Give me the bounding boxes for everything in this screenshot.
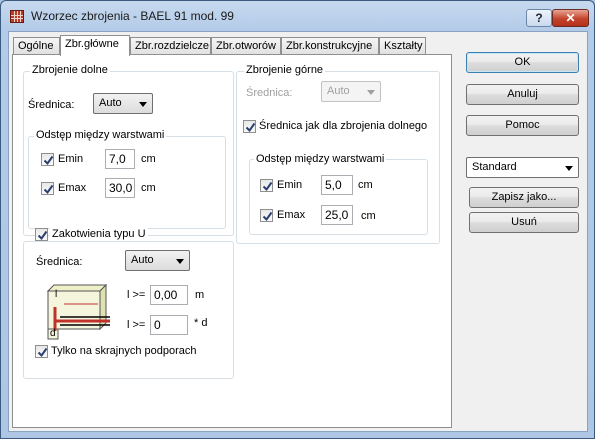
diagram-d-label: d xyxy=(50,328,56,339)
anchorage-diameter-select[interactable]: Auto xyxy=(125,250,190,271)
bottom-diameter-label: Średnica: xyxy=(28,99,75,111)
top-reinf-title: Zbrojenie górne xyxy=(244,64,326,76)
top-diameter-label: Średnica: xyxy=(246,87,293,99)
top-emin-unit: cm xyxy=(358,179,373,191)
save-as-button[interactable]: Zapisz jako... xyxy=(469,187,579,208)
anchorage-d-input[interactable]: 0 xyxy=(150,315,188,335)
bottom-diameter-value: Auto xyxy=(99,97,122,109)
top-emin-checkbox[interactable] xyxy=(260,179,273,192)
top-same-diameter-checkbox[interactable] xyxy=(243,120,256,133)
top-emax-unit: cm xyxy=(361,210,376,222)
ok-button[interactable]: OK xyxy=(466,52,579,73)
cancel-button[interactable]: Anuluj xyxy=(466,84,579,105)
anchorage-l-unit: m xyxy=(195,289,205,301)
bottom-emax-checkbox[interactable] xyxy=(41,182,54,195)
tab-ogolne[interactable]: Ogólne xyxy=(13,37,60,55)
top-emin-label: Emin xyxy=(277,179,303,191)
anchorage-diameter-value: Auto xyxy=(131,254,154,266)
top-emin-input[interactable]: 5,0 xyxy=(321,175,353,195)
anchorage-title[interactable]: Zakotwienia typu U xyxy=(50,228,148,240)
anchorage-checkbox[interactable] xyxy=(35,228,48,241)
dialog-client: Ogólne Zbr.główne Zbr.rozdzielcze Zbr.ot… xyxy=(8,31,588,432)
bottom-emax-unit: cm xyxy=(141,182,156,194)
bottom-emax-input[interactable]: 30,0 xyxy=(105,178,135,198)
preset-value: Standard xyxy=(472,161,517,173)
help-button[interactable]: Pomoc xyxy=(466,115,579,136)
top-emax-checkbox[interactable] xyxy=(260,209,273,222)
bottom-diameter-select[interactable]: Auto xyxy=(93,93,153,114)
tab-zbr-glowne[interactable]: Zbr.główne xyxy=(60,35,130,56)
help-title-button[interactable]: ? xyxy=(526,9,552,27)
top-same-diameter-label[interactable]: Średnica jak dla zbrojenia dolnego xyxy=(259,120,427,132)
diagram-l-label: l xyxy=(55,289,58,300)
bottom-emin-checkbox[interactable] xyxy=(41,153,54,166)
title-bar[interactable]: Wzorzec zbrojenia - BAEL 91 mod. 99 ? ✕ xyxy=(1,1,594,31)
top-spacing-title: Odstęp między warstwami xyxy=(254,153,387,165)
window-title: Wzorzec zbrojenia - BAEL 91 mod. 99 xyxy=(31,9,234,23)
app-icon xyxy=(10,10,24,23)
tab-zbr-konstrukcyjne[interactable]: Zbr.konstrukcyjne xyxy=(281,37,379,55)
tab-zbr-rozdzielcze[interactable]: Zbr.rozdzielcze xyxy=(130,37,211,55)
edge-supports-label[interactable]: Tylko na skrajnych podporach xyxy=(51,345,197,357)
tab-zbr-otworow[interactable]: Zbr.otworów xyxy=(211,37,281,55)
bottom-emin-input[interactable]: 7,0 xyxy=(105,149,135,169)
bottom-reinf-title: Zbrojenie dolne xyxy=(30,64,110,76)
anchorage-diameter-label: Średnica: xyxy=(36,256,83,268)
chevron-down-icon xyxy=(139,102,147,107)
anchorage-l-input[interactable]: 0,00 xyxy=(150,285,188,305)
anchorage-l-label: l >= xyxy=(127,289,146,301)
top-diameter-select: Auto xyxy=(321,81,381,102)
edge-supports-checkbox[interactable] xyxy=(35,345,48,358)
chevron-down-icon xyxy=(367,90,375,95)
tab-panel-zbr-glowne: Zbrojenie dolne Średnica: Auto Odstęp mi… xyxy=(12,54,452,428)
chevron-down-icon xyxy=(565,166,573,171)
anchorage-d-label: l >= xyxy=(127,319,146,331)
chevron-down-icon xyxy=(176,259,184,264)
anchorage-diagram xyxy=(36,279,118,341)
dialog-window: Wzorzec zbrojenia - BAEL 91 mod. 99 ? ✕ … xyxy=(0,0,595,439)
tab-ksztalty[interactable]: Kształty xyxy=(379,37,426,55)
top-emax-label: Emax xyxy=(277,209,306,221)
top-diameter-value: Auto xyxy=(327,85,350,97)
bottom-spacing-title: Odstęp między warstwami xyxy=(34,129,167,141)
top-emax-input[interactable]: 25,0 xyxy=(321,205,353,225)
bottom-emin-unit: cm xyxy=(141,153,156,165)
close-button[interactable]: ✕ xyxy=(552,9,589,27)
preset-select[interactable]: Standard xyxy=(466,157,579,178)
anchorage-d-unit: * d xyxy=(194,317,208,329)
bottom-emax-label: Emax xyxy=(58,182,87,194)
bottom-emin-label: Emin xyxy=(58,153,84,165)
delete-button[interactable]: Usuń xyxy=(469,212,579,233)
